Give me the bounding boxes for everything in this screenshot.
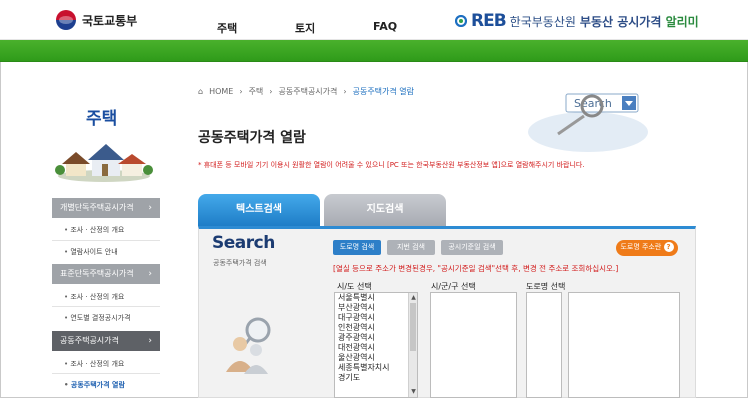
sido-option[interactable]: 대전광역시 [335,343,417,353]
search-heading: Search [212,233,275,253]
sido-option[interactable]: 인천광역시 [335,323,417,333]
nav-land[interactable]: 토지 [295,20,315,36]
reb-logo[interactable]: REB 한국부동산원 부동산 공시가격 알리미 [455,11,699,31]
chevron-right-icon: › [148,336,152,346]
guide-label: 도로명 주소란 [620,243,662,251]
breadcrumb-home[interactable]: HOME [209,87,233,96]
sido-option[interactable]: 광주광역시 [335,333,417,343]
breadcrumb-housing[interactable]: 주택 [249,86,264,97]
ministry-name: 국토교통부 [82,13,138,28]
reb-mark: REB [471,11,507,31]
menu-group-individual-detached[interactable]: 개별단독주택공시가격 › [52,198,160,218]
sido-option[interactable]: 대구광역시 [335,313,417,323]
scroll-thumb[interactable] [410,303,416,351]
menu-sub-apartment-viewing[interactable]: 공동주택가격 열람 [64,380,125,390]
lot-number-search-button[interactable]: 지번 검색 [387,240,435,255]
menu-sub-survey-overview-1[interactable]: 조사 · 산정의 개요 [64,225,124,235]
banner-search-text: Search [574,97,612,110]
road-name-listbox[interactable] [568,292,680,398]
divider [52,240,160,241]
scroll-up-icon[interactable]: ▲ [410,294,417,302]
sido-option[interactable]: 경기도 [335,373,417,383]
sido-listbox[interactable]: 서울특별시 부산광역시 대구광역시 인천광역시 광주광역시 대전광역시 울산광역… [334,292,418,398]
reference-date-search-button[interactable]: 공시기준일 검색 [441,240,503,255]
divider [52,373,160,374]
sido-option[interactable]: 부산광역시 [335,303,417,313]
nav-housing[interactable]: 주택 [217,20,237,36]
breadcrumb: ⌂ HOME › 주택 › 공동주택공시가격 › 공동주택가격 열람 [198,86,414,97]
menu-group-label: 개별단독주택공시가격 [60,203,134,212]
menu-sub-yearly-prices[interactable]: 연도별 결정공시가격 [64,313,130,323]
ministry-logo[interactable]: 국토교통부 [56,10,137,30]
breadcrumb-separator-icon: › [269,87,273,96]
menu-sub-survey-overview-3[interactable]: 조사 · 산정의 개요 [64,359,124,369]
sido-option[interactable]: 세종특별자치시 [335,363,417,373]
houses-illustration [55,144,153,182]
scroll-down-icon[interactable]: ▼ [410,388,417,396]
road-label: 도로명 선택 [526,282,566,291]
reb-org-name: 한국부동산원 [509,14,576,29]
reb-service-name: 부동산 공시가격 알리미 [580,13,699,30]
reb-service: 부동산 공시가격 [579,14,662,29]
menu-group-standard-detached[interactable]: 표준단독주택공시가격 › [52,264,160,284]
sido-scrollbar[interactable]: ▲ ▼ [408,293,417,397]
breadcrumb-apartment-prices[interactable]: 공동주택공시가격 [279,86,338,97]
menu-sub-survey-overview-2[interactable]: 조사 · 산정의 개요 [64,292,124,302]
search-helper-text: [열실 등으로 주소가 변경된경우, "공시기준일 검색"선택 후, 변경 전 … [333,264,619,273]
divider [52,306,160,307]
chevron-right-icon: › [148,269,152,279]
green-band [0,40,748,62]
menu-group-label: 공동주택공시가격 [60,336,119,345]
nav-faq[interactable]: FAQ [373,20,397,33]
road-name-search-button[interactable]: 도로명 검색 [333,240,381,255]
breadcrumb-separator-icon: › [239,87,243,96]
tab-map-search[interactable]: 지도검색 [324,194,446,226]
home-icon: ⌂ [198,87,204,96]
sigungu-label: 시/군/구 선택 [431,282,476,291]
search-subheading: 공동주택가격 검색 [213,259,267,267]
road-initial-listbox[interactable] [526,292,562,398]
breadcrumb-current: 공동주택가격 열람 [352,87,415,96]
sido-option[interactable]: 울산광역시 [335,353,417,363]
search-banner-illustration: Search [528,93,648,152]
menu-group-label: 표준단독주택공시가격 [60,269,134,278]
top-header: 국토교통부 주택 토지 FAQ REB 한국부동산원 부동산 공시가격 알리미 [0,0,748,40]
sidebar-title: 주택 [86,109,118,129]
sido-label: 시/도 선택 [337,282,372,291]
chevron-right-icon: › [148,203,152,213]
sigungu-listbox[interactable] [430,292,517,398]
sido-option[interactable]: 서울특별시 [335,293,417,303]
menu-sub-viewing-site[interactable]: 열람사이트 안내 [64,247,117,257]
mobile-notice: * 휴대폰 등 모바일 기기 이용시 원활한 열람이 어려울 수 있으니 [PC… [198,161,585,169]
help-icon: ? [663,242,674,252]
people-magnifier-illustration [226,317,271,374]
taeguk-emblem-icon [56,10,76,30]
page-title: 공동주택가격 열람 [198,130,306,146]
reb-alert-word: 알리미 [665,14,699,29]
reb-swirl-icon [455,15,467,27]
road-address-guide-button[interactable]: 도로명 주소란 ? [616,240,678,256]
breadcrumb-separator-icon: › [343,87,347,96]
tab-text-search[interactable]: 텍스트검색 [198,194,320,226]
menu-group-apartment[interactable]: 공동주택공시가격 › [52,331,160,351]
